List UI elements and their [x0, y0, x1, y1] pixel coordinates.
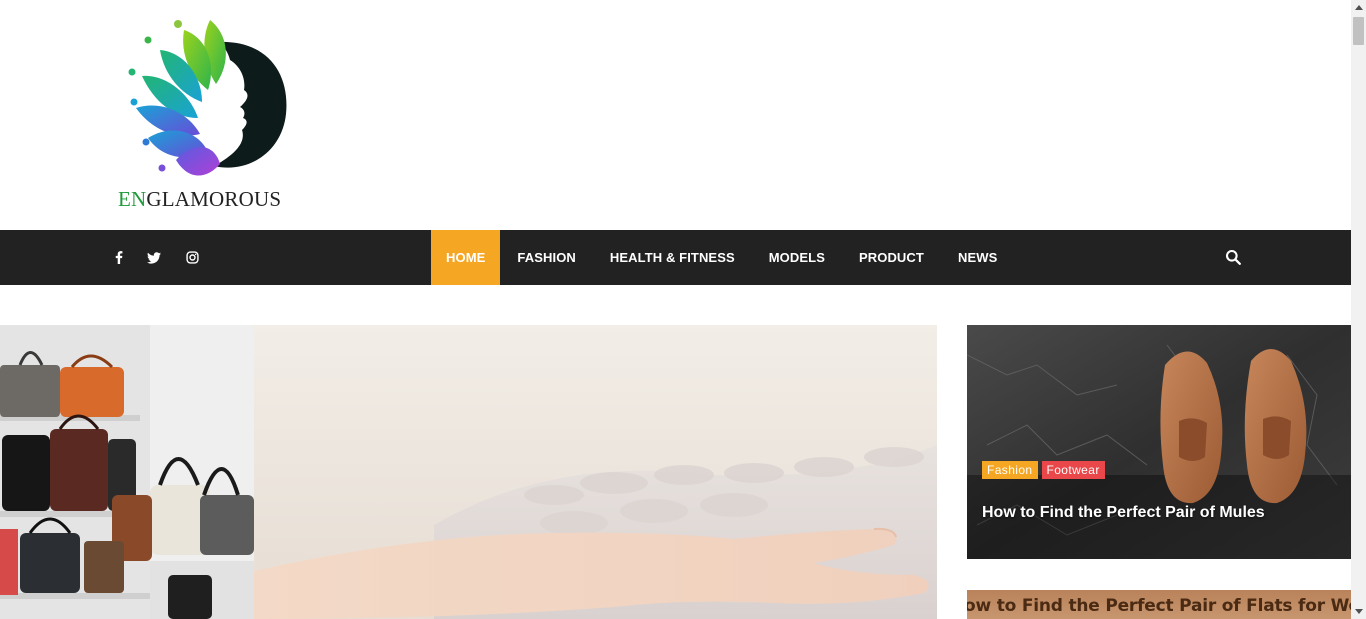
scroll-up-arrow-icon[interactable]: [1351, 0, 1366, 15]
post-card-mules[interactable]: Fashion Footwear How to Find the Perfect…: [967, 325, 1351, 559]
post-title[interactable]: How to Find the Perfect Pair of Mules: [982, 504, 1265, 522]
logo-suffix: GLAMOROUS: [146, 187, 282, 211]
logo-wordmark[interactable]: ENGLAMOROUS: [118, 187, 281, 212]
nav-item-news[interactable]: NEWS: [941, 230, 1014, 285]
post-tags: Fashion Footwear: [982, 461, 1105, 479]
nav-item-health-fitness[interactable]: HEALTH & FITNESS: [593, 230, 752, 285]
nav-item-home[interactable]: HOME: [431, 230, 501, 285]
mules-image: [967, 325, 1351, 559]
post-image-caption: ow to Find the Perfect Pair of Flats for…: [967, 596, 1351, 616]
englamorous-logo[interactable]: [118, 14, 296, 214]
nav-item-product[interactable]: PRODUCT: [842, 230, 941, 285]
main-navbar: HOME FASHION HEALTH & FITNESS MODELS PRO…: [0, 230, 1351, 285]
nav-item-fashion[interactable]: FASHION: [500, 230, 592, 285]
search-icon[interactable]: [1222, 246, 1244, 268]
instagram-icon[interactable]: [180, 230, 204, 285]
post-card-flats[interactable]: ow to Find the Perfect Pair of Flats for…: [967, 590, 1351, 619]
hero-slider[interactable]: [0, 325, 937, 619]
site-header: ENGLAMOROUS: [0, 0, 1351, 230]
handbags-store-image[interactable]: [0, 325, 254, 619]
scroll-down-arrow-icon[interactable]: [1351, 604, 1366, 619]
logo-prefix: EN: [118, 187, 147, 211]
hand-on-fur-image[interactable]: [254, 325, 937, 619]
primary-menu: HOME FASHION HEALTH & FITNESS MODELS PRO…: [431, 230, 1014, 285]
nav-item-models[interactable]: MODELS: [752, 230, 842, 285]
twitter-icon[interactable]: [142, 230, 166, 285]
tag-footwear[interactable]: Footwear: [1041, 461, 1105, 479]
scroll-thumb[interactable]: [1353, 17, 1364, 45]
tag-fashion[interactable]: Fashion: [982, 461, 1038, 479]
facebook-icon[interactable]: [107, 230, 131, 285]
page-scrollbar[interactable]: [1351, 0, 1366, 619]
